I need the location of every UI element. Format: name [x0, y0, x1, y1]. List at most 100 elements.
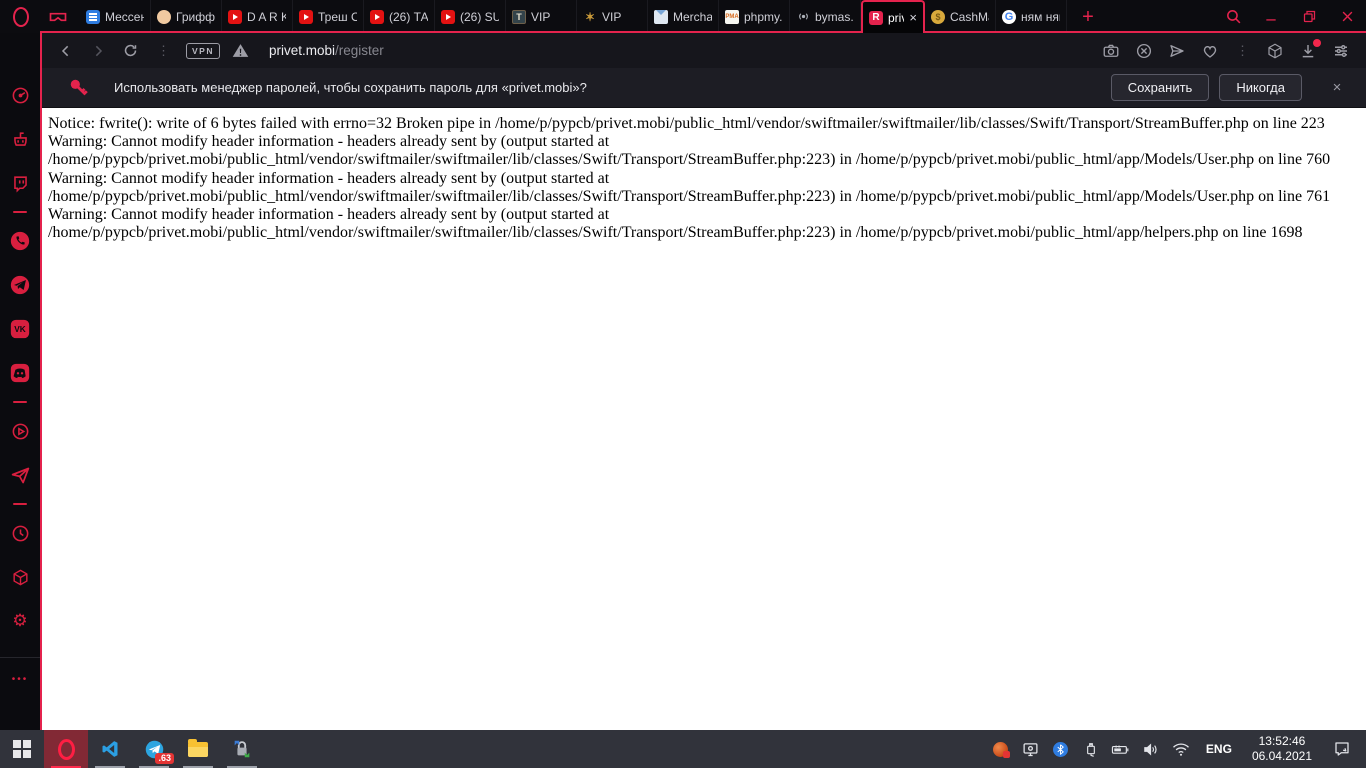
tab-label: ням ням [1021, 9, 1060, 24]
system-tray: ENG 13:52:46 06.04.2021 [988, 730, 1366, 768]
taskbar-vscode[interactable] [88, 730, 132, 768]
sidebar-more-icon[interactable]: ••• [12, 674, 29, 685]
nav-more-icon[interactable]: ⋮ [157, 43, 170, 59]
start-button[interactable] [0, 730, 44, 768]
opera-logo-icon [13, 6, 29, 27]
messenger-icon [86, 9, 100, 24]
youtube-icon [370, 9, 384, 24]
new-tab-button[interactable]: + [1077, 7, 1099, 27]
taskbar-opera-gx[interactable] [44, 730, 88, 768]
taskbar-telegram[interactable]: .63 [132, 730, 176, 768]
folder-icon [188, 738, 208, 757]
picture-icon: T [512, 9, 526, 24]
settings-gear-icon[interactable]: ⚙ [0, 599, 40, 643]
tab-messenger[interactable]: Мессенд [80, 0, 151, 33]
close-window-button[interactable] [1328, 0, 1366, 33]
tab-privet-active[interactable]: R prive × [861, 0, 925, 33]
language-indicator[interactable]: ENG [1198, 742, 1240, 756]
address-bar: ⋮ VPN privet.mobi/register ⋮ [42, 33, 1366, 68]
usb-icon[interactable] [1078, 730, 1104, 768]
taskbar-clock[interactable]: 13:52:46 06.04.2021 [1244, 734, 1320, 764]
forward-icon[interactable] [90, 43, 106, 59]
volume-icon[interactable] [1138, 730, 1164, 768]
youtube-icon [299, 9, 313, 24]
desktop: Мессенд Гриффи D A R K Треш О (26) ТАЕ (… [0, 0, 1366, 768]
tab-vip-1[interactable]: T VIP [506, 0, 577, 33]
action-center-icon[interactable] [1324, 730, 1360, 768]
insecure-warning-icon[interactable] [232, 42, 249, 59]
tab-nyam[interactable]: G ням ням [996, 0, 1067, 33]
gx-corner-icon[interactable] [46, 5, 70, 29]
my-flow-send-icon[interactable] [1168, 42, 1186, 60]
tab-bymas[interactable]: bymas.r [790, 0, 861, 33]
tab-label: VIP [602, 9, 622, 24]
extensions-cube-icon[interactable] [0, 555, 40, 599]
taskbar-ftp-client[interactable] [220, 730, 264, 768]
youtube-icon [228, 9, 242, 24]
tab-close-icon[interactable]: × [909, 11, 917, 24]
phpmyadmin-icon: PMA [725, 9, 739, 24]
clock-time: 13:52:46 [1258, 734, 1306, 748]
tab-dark[interactable]: D A R K [222, 0, 293, 33]
lock-transfer-icon [234, 740, 250, 758]
never-save-button[interactable]: Никогда [1219, 74, 1302, 101]
opera-gx-icon [57, 738, 75, 760]
downloads-icon[interactable] [1299, 38, 1321, 60]
privet-icon: R [869, 10, 883, 25]
cleaner-broom-icon[interactable] [0, 117, 40, 161]
tab-phpmyadmin[interactable]: PMA phpmy. [719, 0, 790, 33]
tab-label: VIP [531, 9, 551, 24]
web-page-content: Notice: fwrite(): write of 6 bytes faile… [42, 108, 1366, 730]
restore-button[interactable] [1290, 0, 1328, 33]
opera-menu-button[interactable] [8, 4, 34, 30]
sidebar-cube-icon[interactable] [1266, 42, 1284, 60]
back-icon[interactable] [58, 43, 74, 59]
password-manager-bar: Использовать менеджер паролей, чтобы сох… [42, 68, 1366, 108]
whatsapp-icon[interactable] [0, 219, 40, 263]
mail-icon [654, 9, 668, 24]
telegram-icon[interactable] [0, 263, 40, 307]
twitch-icon[interactable] [0, 161, 40, 205]
accent-border-top [40, 31, 1366, 33]
tab-cashma[interactable]: $ CashMa [925, 0, 996, 33]
tab-search-icon[interactable] [1214, 0, 1252, 33]
snapshot-camera-icon[interactable] [1102, 42, 1120, 60]
bookmark-heart-icon[interactable] [1201, 42, 1219, 60]
tab-tae[interactable]: (26) ТАЕ [364, 0, 435, 33]
tab-sup[interactable]: (26) SUP [435, 0, 506, 33]
php-error-text: Notice: fwrite(): write of 6 bytes faile… [48, 115, 1331, 242]
tab-griffin[interactable]: Гриффи [151, 0, 222, 33]
tab-merchant[interactable]: Mercha [648, 0, 719, 33]
taskbar-explorer[interactable] [176, 730, 220, 768]
speedometer-icon[interactable] [0, 73, 40, 117]
minimize-button[interactable] [1252, 0, 1290, 33]
bluetooth-icon[interactable] [1048, 730, 1074, 768]
address-divider-dots: ⋮ [1236, 42, 1249, 58]
gx-tray-icon[interactable] [988, 730, 1014, 768]
svg-text:VK: VK [14, 325, 26, 334]
download-badge [1313, 38, 1321, 47]
save-password-button[interactable]: Сохранить [1110, 74, 1210, 101]
reload-icon[interactable] [122, 42, 139, 59]
window-controls [1214, 0, 1366, 33]
wifi-icon[interactable] [1168, 730, 1194, 768]
url-field[interactable]: privet.mobi/register [269, 43, 384, 58]
battery-icon[interactable] [1108, 730, 1134, 768]
easy-setup-sliders-icon[interactable] [1332, 42, 1350, 60]
player-icon[interactable] [0, 409, 40, 453]
sidebar-divider [13, 211, 27, 213]
accent-border-left [40, 33, 42, 730]
display-settings-icon[interactable] [1018, 730, 1044, 768]
discord-icon[interactable] [0, 351, 40, 395]
tab-tresh[interactable]: Треш О [293, 0, 364, 33]
vpn-badge[interactable]: VPN [186, 42, 220, 59]
tab-label: (26) SUP [460, 9, 499, 24]
url-domain: privet.mobi [268, 43, 336, 58]
dismiss-bar-icon[interactable]: × [1326, 79, 1348, 96]
vk-icon[interactable]: VK [0, 307, 40, 351]
tab-label: CashMa [950, 9, 989, 24]
tab-vip-2[interactable]: ✶ VIP [577, 0, 648, 33]
flow-paper-plane-icon[interactable] [0, 453, 40, 497]
adblock-icon[interactable] [1135, 42, 1153, 60]
history-clock-icon[interactable] [0, 511, 40, 555]
